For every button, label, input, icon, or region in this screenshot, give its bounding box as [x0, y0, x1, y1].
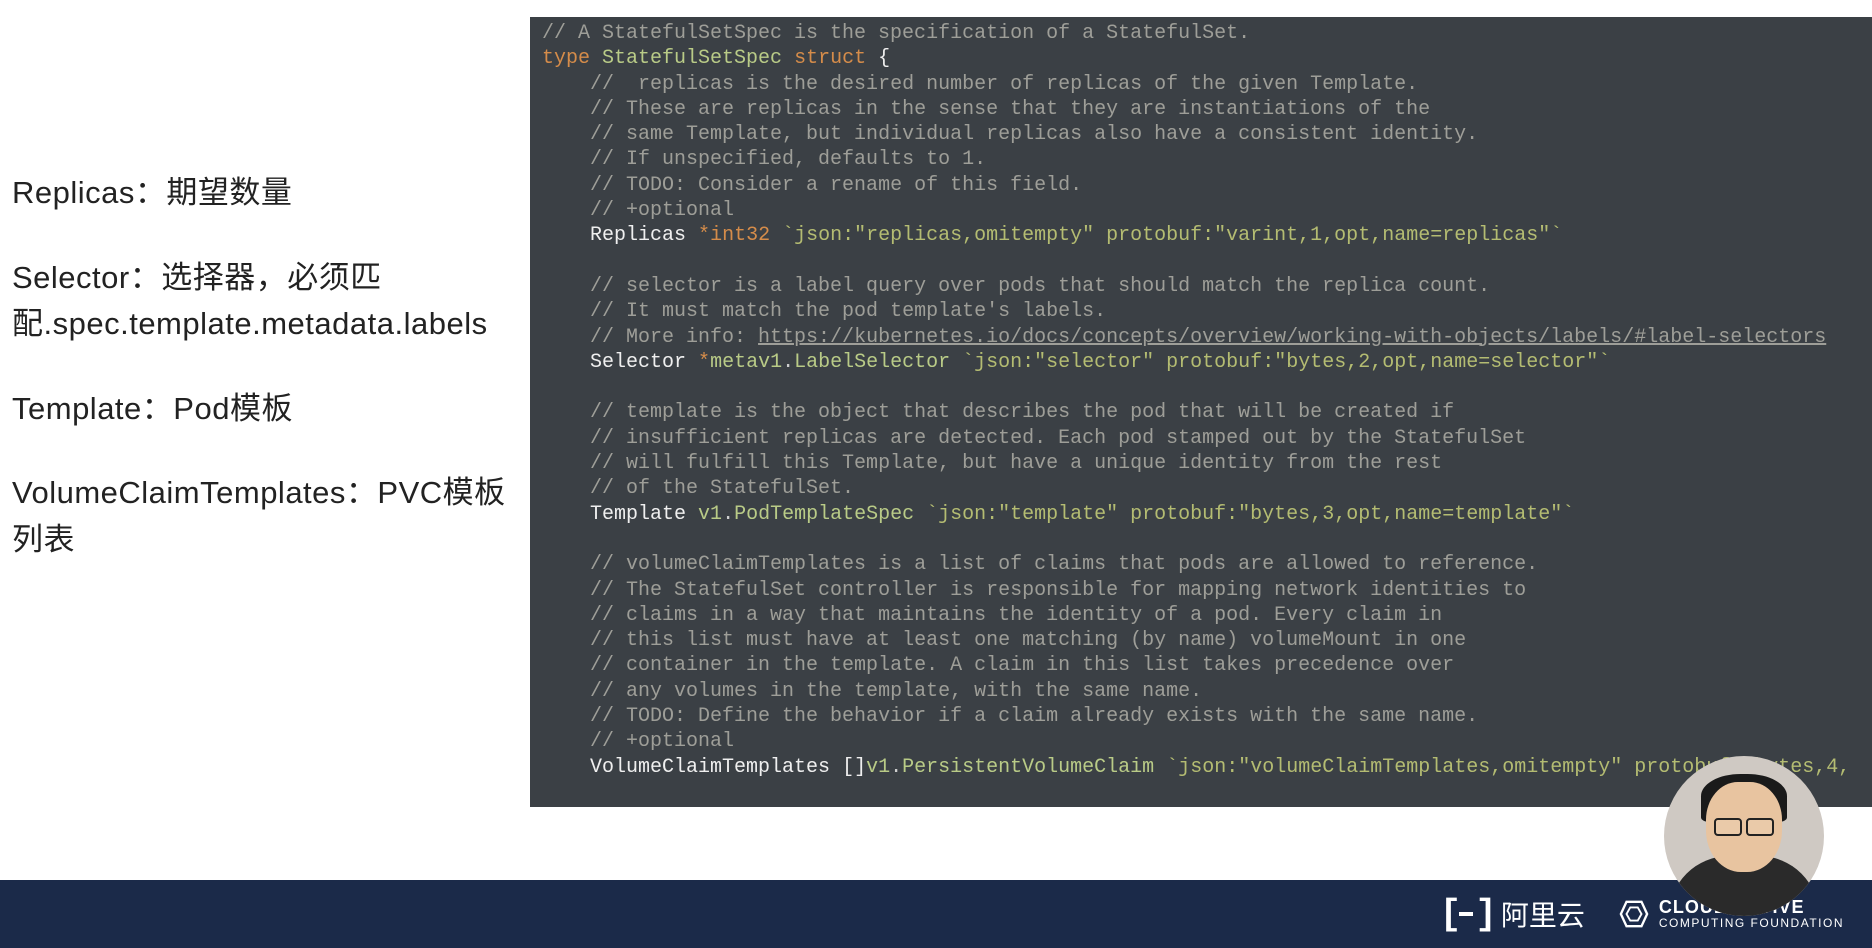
code-brace: {	[878, 47, 890, 70]
code-comment: // same Template, but individual replica…	[590, 123, 1478, 146]
code-comment: // any volumes in the template, with the…	[590, 680, 1202, 703]
code-type: PersistentVolumeClaim	[902, 756, 1154, 779]
code-comment: // template is the object that describes…	[590, 401, 1454, 424]
code-field: Selector	[590, 351, 686, 374]
code-comment: // replicas is the desired number of rep…	[590, 73, 1418, 96]
code-comment: // The StatefulSet controller is respons…	[590, 579, 1526, 602]
code-dot: .	[890, 756, 902, 779]
aliyun-bracket-icon: []	[1440, 894, 1493, 935]
code-type: PodTemplateSpec	[734, 503, 914, 526]
code-op: *	[698, 351, 710, 374]
cncf-line2: COMPUTING FOUNDATION	[1659, 917, 1844, 930]
code-typename: StatefulSetSpec	[602, 47, 782, 70]
code-tag: `json:"replicas,omitempty" protobuf:"var…	[782, 224, 1562, 247]
code-panel: // A StatefulSetSpec is the specificatio…	[530, 17, 1872, 807]
presenter-webcam	[1664, 756, 1824, 916]
code-tag: `json:"selector" protobuf:"bytes,2,opt,n…	[962, 351, 1610, 374]
code-comment: // These are replicas in the sense that …	[590, 98, 1430, 121]
code-comment: // TODO: Define the behavior if a claim …	[590, 705, 1478, 728]
code-comment: // container in the template. A claim in…	[590, 654, 1454, 677]
slide-content: Replicas：期望数量 Selector：选择器，必须匹配.spec.tem…	[0, 0, 1872, 880]
code-comment: // claims in a way that maintains the id…	[590, 604, 1442, 627]
note-selector: Selector：选择器，必须匹配.spec.template.metadata…	[12, 255, 522, 348]
code-comment: // this list must have at least one matc…	[590, 629, 1466, 652]
code-pkg: metav1	[710, 351, 782, 374]
footer-bar: [] 阿里云 CLOUD NATIVE COMPUTING FOUNDATION	[0, 880, 1872, 948]
code-field: Template	[590, 503, 686, 526]
code-tag: `json:"template" protobuf:"bytes,3,opt,n…	[926, 503, 1574, 526]
code-comment: // insufficient replicas are detected. E…	[590, 427, 1526, 450]
code-comment: // It must match the pod template's labe…	[590, 300, 1106, 323]
code-type: LabelSelector	[794, 351, 950, 374]
code-comment: // A StatefulSetSpec is the specificatio…	[542, 22, 1250, 45]
code-comment: // +optional	[590, 730, 734, 753]
code-arr: []	[842, 756, 866, 779]
code-comment: // volumeClaimTemplates is a list of cla…	[590, 553, 1538, 576]
code-field: VolumeClaimTemplates	[590, 756, 830, 779]
code-comment: // TODO: Consider a rename of this field…	[590, 174, 1082, 197]
code-dot: .	[722, 503, 734, 526]
code-link: https://kubernetes.io/docs/concepts/over…	[758, 326, 1826, 349]
code-type: int32	[710, 224, 770, 247]
code-dot: .	[782, 351, 794, 374]
code-comment: // +optional	[590, 199, 734, 222]
code-keyword: struct	[794, 47, 866, 70]
aliyun-text: 阿里云	[1501, 894, 1585, 934]
code-comment: // will fulfill this Template, but have …	[590, 452, 1442, 475]
code-pkg: v1	[698, 503, 722, 526]
note-template: Template：Pod模板	[12, 386, 522, 433]
code-comment: // selector is a label query over pods t…	[590, 275, 1490, 298]
note-vct: VolumeClaimTemplates：PVC模板列表	[12, 470, 522, 563]
code-keyword: type	[542, 47, 590, 70]
left-text-panel: Replicas：期望数量 Selector：选择器，必须匹配.spec.tem…	[12, 170, 522, 601]
code-comment: // of the StatefulSet.	[590, 477, 854, 500]
code-pkg: v1	[866, 756, 890, 779]
code-comment: // If unspecified, defaults to 1.	[590, 148, 986, 171]
code-field: Replicas	[590, 224, 686, 247]
aliyun-logo: [] 阿里云	[1440, 894, 1585, 935]
cncf-hexagon-icon	[1619, 899, 1649, 929]
code-comment: // More info:	[590, 326, 758, 349]
note-replicas: Replicas：期望数量	[12, 170, 522, 217]
code-op: *	[698, 224, 710, 247]
